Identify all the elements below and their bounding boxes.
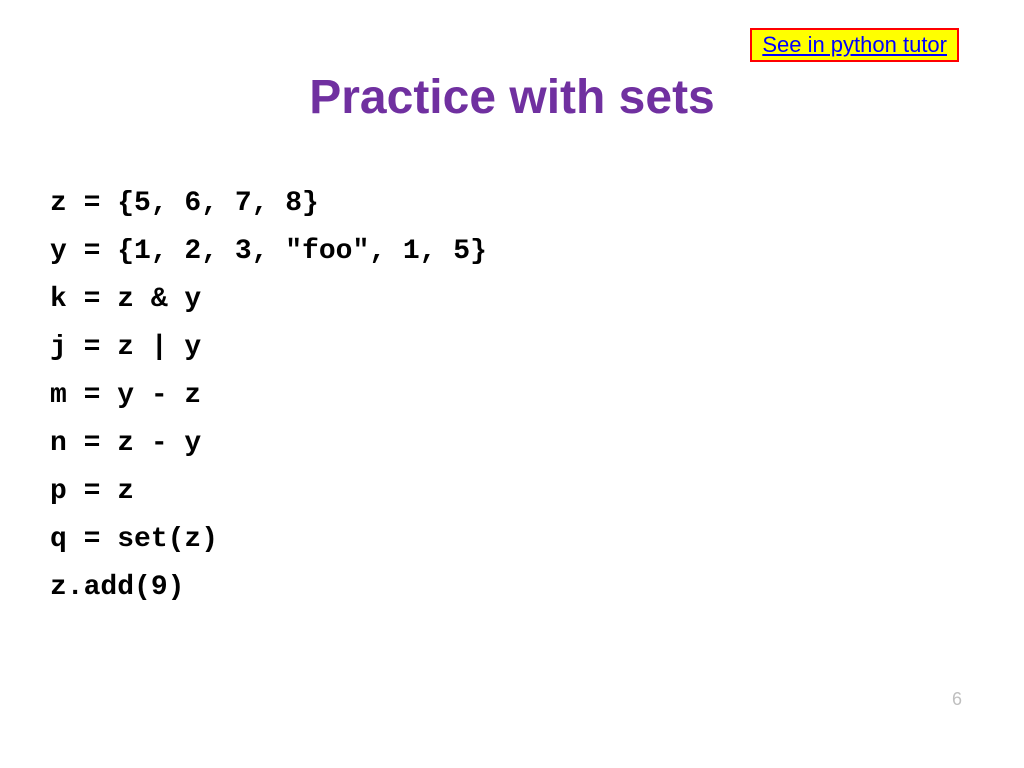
python-tutor-link-box[interactable]: See in python tutor (750, 28, 959, 62)
code-line: z = {5, 6, 7, 8} (50, 180, 487, 228)
code-line: n = z - y (50, 420, 487, 468)
code-block: z = {5, 6, 7, 8} y = {1, 2, 3, "foo", 1,… (50, 180, 487, 612)
python-tutor-link[interactable]: See in python tutor (762, 32, 947, 57)
code-line: k = z & y (50, 276, 487, 324)
code-line: j = z | y (50, 324, 487, 372)
code-line: m = y - z (50, 372, 487, 420)
code-line: q = set(z) (50, 516, 487, 564)
page-number: 6 (952, 689, 962, 710)
code-line: z.add(9) (50, 564, 487, 612)
code-line: p = z (50, 468, 487, 516)
page-title: Practice with sets (0, 70, 1024, 125)
code-line: y = {1, 2, 3, "foo", 1, 5} (50, 228, 487, 276)
